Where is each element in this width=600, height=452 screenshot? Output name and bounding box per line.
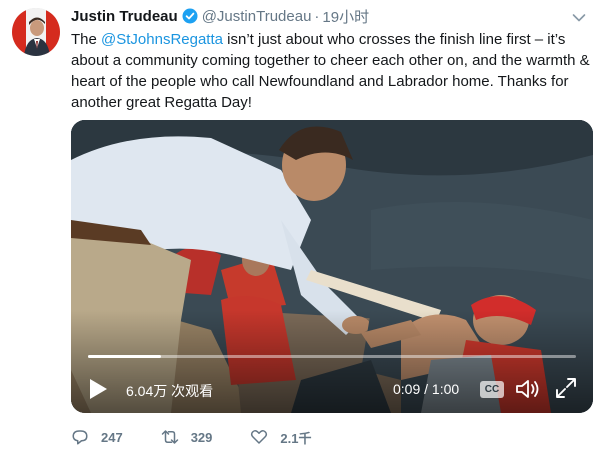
verified-badge-icon (182, 8, 198, 24)
play-icon[interactable] (88, 378, 108, 400)
chevron-down-icon[interactable] (572, 10, 586, 22)
reply-button[interactable]: 247 (71, 428, 123, 446)
retweet-count: 329 (190, 429, 213, 445)
mention-link[interactable]: @StJohnsRegatta (101, 31, 223, 48)
like-button[interactable]: 2.1千 (250, 428, 311, 447)
heart-icon (251, 430, 268, 444)
fullscreen-icon[interactable] (555, 377, 577, 399)
reply-count: 247 (101, 429, 123, 445)
tweet-text: The @StJohnsRegatta isn’t just about who… (71, 29, 591, 113)
separator-dot: · (314, 7, 320, 25)
captions-button[interactable]: CC (480, 381, 504, 398)
view-count: 6.04万 次观看 (126, 383, 214, 399)
tweet-time[interactable]: 19小时 (322, 6, 369, 27)
tweet-header: Justin Trudeau @JustinTrudeau · 19小时 (71, 6, 369, 26)
retweet-button[interactable]: 329 (161, 428, 213, 446)
progress-fill (88, 355, 162, 358)
tweet-actions: 247 329 2.1千 (71, 426, 349, 448)
retweet-icon (161, 430, 178, 444)
avatar[interactable] (12, 8, 60, 56)
author-name[interactable]: Justin Trudeau (71, 8, 178, 25)
reply-icon (72, 430, 88, 445)
tweet: Justin Trudeau @JustinTrudeau · 19小时 The… (0, 0, 600, 452)
author-handle[interactable]: @JustinTrudeau (202, 8, 312, 25)
progress-bar[interactable] (88, 355, 576, 358)
video-timecode: 0:09 / 1:00 (393, 381, 460, 397)
tweet-text-start: The (71, 31, 102, 48)
like-count: 2.1千 (280, 430, 312, 446)
volume-icon[interactable] (515, 378, 541, 400)
video-player[interactable]: 6.04万 次观看 0:09 / 1:00 CC (71, 120, 593, 413)
